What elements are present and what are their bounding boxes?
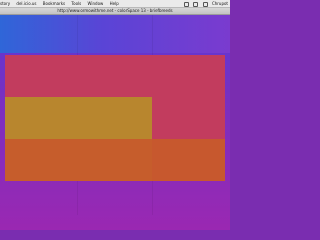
menu-item-story[interactable]: story: [0, 1, 10, 6]
menu-item-help[interactable]: Help: [110, 1, 119, 6]
menu-item-bookmarks[interactable]: Bookmarks: [43, 1, 65, 6]
orange-inner-block: [5, 139, 152, 181]
menu-item-window[interactable]: Window: [88, 1, 104, 6]
page-content: [0, 15, 230, 230]
yellow-block: [5, 97, 152, 139]
volume-icon[interactable]: [193, 1, 199, 7]
menu-items: story del.icio.us Bookmarks Tools Window…: [0, 0, 124, 7]
menu-item-tools[interactable]: Tools: [71, 1, 81, 6]
blue-band: [0, 15, 230, 53]
clock-status[interactable]: Chrupot: [212, 1, 228, 6]
window-title: http://www.ormowithme.net - colorSpace 1…: [57, 8, 173, 13]
wifi-icon[interactable]: [184, 1, 190, 7]
browser-title-bar: http://www.ormowithme.net - colorSpace 1…: [0, 8, 230, 15]
battery-icon[interactable]: [202, 1, 208, 7]
menu-bar: story del.icio.us Bookmarks Tools Window…: [0, 0, 230, 8]
menu-status-area: Chrupot: [181, 0, 228, 7]
menu-item-delicious[interactable]: del.icio.us: [16, 1, 36, 6]
